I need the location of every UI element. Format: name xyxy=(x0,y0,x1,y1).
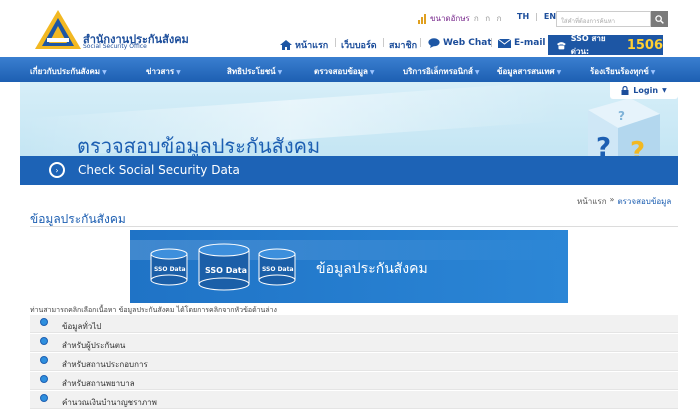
data-link-list: ข้อมูลทั่วไป สำหรับผู้ประกันตน สำหรับสถา… xyxy=(30,315,678,410)
quick-link-home-label: หน้าแรก xyxy=(295,41,329,51)
hotline-button[interactable]: SSO สายด่วน: 1506 xyxy=(548,34,663,56)
nav-item-news[interactable]: ข่าวสาร ▼ xyxy=(146,65,181,78)
nav-item-complaints[interactable]: ร้องเรียนร้องทุกข์ ▼ xyxy=(590,65,655,78)
nav-item-information[interactable]: ข้อมูลสารสนเทศ ▼ xyxy=(497,65,561,78)
font-size-control[interactable]: ขนาดอักษร ก ก ก xyxy=(418,12,503,25)
nav-item-check-data[interactable]: ตรวจสอบข้อมูล ▼ xyxy=(314,65,375,78)
quick-link-member-label: สมาชิก xyxy=(389,41,418,51)
list-item-label: สำหรับสถานประกอบการ xyxy=(62,360,148,369)
quick-link-webchat-label: Web Chat xyxy=(443,38,492,48)
quick-link-webboard-label: เว็บบอร์ด xyxy=(341,41,377,51)
nav-item-label: ร้องเรียนร้องทุกข์ xyxy=(590,67,649,76)
nav-item-about[interactable]: เกี่ยวกับประกันสังคม ▼ xyxy=(30,65,107,78)
chevron-down-icon: ▼ xyxy=(650,69,656,76)
search-input[interactable]: ใส่คำที่ต้องการค้นหา xyxy=(556,11,651,27)
banner-strip: › Check Social Security Data xyxy=(20,156,678,185)
list-item-label: สำหรับสถานพยาบาล xyxy=(62,379,135,388)
list-item-general-info[interactable]: ข้อมูลทั่วไป xyxy=(30,315,678,333)
hotline-label: SSO สายด่วน: xyxy=(570,34,606,56)
search-button[interactable] xyxy=(651,11,668,27)
nav-item-label: สิทธิประโยชน์ xyxy=(227,67,276,76)
search-icon xyxy=(655,14,664,24)
quick-link-separator: | xyxy=(334,38,338,48)
nav-item-label: เกี่ยวกับประกันสังคม xyxy=(30,67,101,76)
lang-th[interactable]: TH xyxy=(517,12,529,21)
bullet-icon xyxy=(40,337,48,345)
nav-item-benefits[interactable]: สิทธิประโยชน์ ▼ xyxy=(227,65,282,78)
sso-logo[interactable] xyxy=(33,8,83,51)
chevron-down-icon: ▼ xyxy=(102,69,107,76)
database-label: SSO Data xyxy=(205,266,248,275)
breadcrumb-arrow: » xyxy=(609,195,615,204)
bullet-icon xyxy=(40,318,48,326)
login-label: Login xyxy=(633,86,659,95)
phone-icon xyxy=(556,41,566,49)
quick-link-separator: | xyxy=(490,38,494,48)
chevron-down-icon: ▼ xyxy=(662,87,667,94)
page-banner: ตรวจสอบข้อมูลประกันสังคม ? ? ? Login ▼ ›… xyxy=(20,82,678,185)
font-size-options[interactable]: ก ก ก xyxy=(474,12,504,25)
quick-link-member[interactable]: สมาชิก xyxy=(389,38,417,52)
database-label: SSO Data xyxy=(154,266,186,273)
quick-link-webboard[interactable]: เว็บบอร์ด xyxy=(341,38,377,52)
list-item-label: สำหรับผู้ประกันตน xyxy=(62,341,126,350)
nav-item-e-services[interactable]: บริการอิเล็กทรอนิกส์ ▼ xyxy=(403,65,480,78)
quick-link-webchat[interactable]: Web Chat xyxy=(428,38,492,48)
chevron-down-icon: ▼ xyxy=(277,69,283,76)
list-item-employer[interactable]: สำหรับสถานประกอบการ xyxy=(30,353,678,371)
list-item-insured[interactable]: สำหรับผู้ประกันตน xyxy=(30,334,678,352)
quick-link-home[interactable]: หน้าแรก xyxy=(280,38,328,52)
quick-link-email-label: E-mail xyxy=(514,38,546,48)
banner-lightstrip xyxy=(130,240,568,260)
font-size-icon xyxy=(418,13,426,24)
nav-item-label: ข่าวสาร xyxy=(146,67,175,76)
site-header: สำนักงานประกันสังคม Social Security Offi… xyxy=(0,0,700,57)
login-button[interactable]: Login ▼ xyxy=(610,82,678,99)
list-item-label: คำนวณเงินบำนาญชราภาพ xyxy=(62,398,157,407)
bullet-icon xyxy=(40,394,48,402)
chat-icon xyxy=(428,38,440,48)
svg-text:?: ? xyxy=(618,109,625,123)
breadcrumb: หน้าแรก » ตรวจสอบข้อมูล xyxy=(577,195,671,208)
nav-item-label: ข้อมูลสารสนเทศ xyxy=(497,67,555,76)
nav-item-label: ตรวจสอบข้อมูล xyxy=(314,67,368,76)
bullet-icon xyxy=(40,356,48,364)
lang-en[interactable]: EN xyxy=(544,12,556,21)
org-name-en: Social Security Office xyxy=(83,43,147,50)
mail-icon xyxy=(498,38,511,48)
main-nav: เกี่ยวกับประกันสังคม ▼ ข่าวสาร ▼ สิทธิประโ… xyxy=(0,57,700,82)
quick-link-separator: | xyxy=(382,38,386,48)
language-switcher: TH | EN xyxy=(517,12,556,21)
banner-title-en: Check Social Security Data xyxy=(78,163,240,177)
font-size-label: ขนาดอักษร xyxy=(430,14,470,23)
chevron-down-icon: ▼ xyxy=(369,69,375,76)
chevron-right-icon: › xyxy=(49,162,65,178)
chevron-down-icon: ▼ xyxy=(556,69,562,76)
chevron-down-icon: ▼ xyxy=(176,69,181,76)
sso-banner-title: ข้อมูลประกันสังคม xyxy=(316,261,428,277)
breadcrumb-current: ตรวจสอบข้อมูล xyxy=(617,197,672,206)
list-item-label: ข้อมูลทั่วไป xyxy=(62,322,102,331)
lock-icon xyxy=(621,86,629,95)
lang-separator: | xyxy=(535,12,538,21)
page: สำนักงานประกันสังคม Social Security Offi… xyxy=(0,0,700,420)
database-label: SSO Data xyxy=(262,266,294,273)
quick-link-email[interactable]: E-mail xyxy=(498,38,546,48)
home-icon xyxy=(280,40,292,50)
list-item-pension-calculator[interactable]: คำนวณเงินบำนาญชราภาพ xyxy=(30,391,678,409)
sso-data-banner: SSO Data SSO Data SSO Data ข้อมูลประกันส… xyxy=(130,230,568,303)
chevron-down-icon: ▼ xyxy=(474,69,480,76)
quick-link-separator: | xyxy=(419,38,423,48)
bullet-icon xyxy=(40,375,48,383)
breadcrumb-home[interactable]: หน้าแรก xyxy=(577,195,607,208)
nav-item-label: บริการอิเล็กทรอนิกส์ xyxy=(403,67,473,76)
hotline-number: 1506 xyxy=(626,37,663,53)
section-divider xyxy=(30,226,678,227)
list-item-hospital[interactable]: สำหรับสถานพยาบาล xyxy=(30,372,678,390)
